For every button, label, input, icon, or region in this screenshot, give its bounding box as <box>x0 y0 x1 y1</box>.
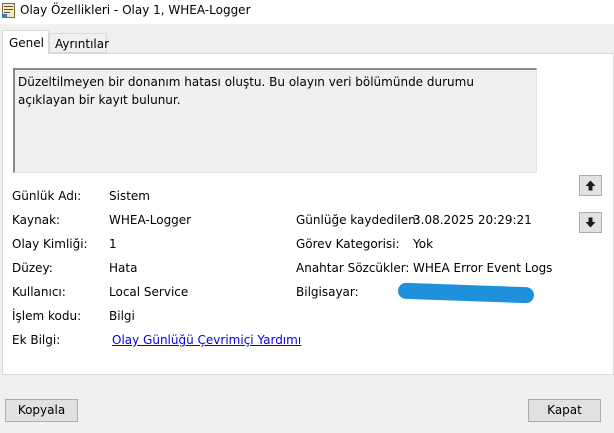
arrow-down-icon <box>585 217 596 228</box>
computer-label: Bilgisayar: <box>296 285 359 299</box>
level-value: Hata <box>109 261 138 275</box>
source-value: WHEA-Logger <box>109 213 192 227</box>
keywords-value: WHEA Error Event Logs <box>413 261 553 275</box>
logged-label: Günlüğe kaydedilen: <box>296 213 420 227</box>
log-name-value: Sistem <box>109 189 150 203</box>
task-category-value: Yok <box>413 237 434 251</box>
title-bar: Olay Özellikleri - Olay 1, WHEA-Logger <box>0 0 614 24</box>
logged-value: 3.08.2025 20:29:21 <box>413 213 532 227</box>
event-id-label: Olay Kimliği: <box>12 237 88 251</box>
opcode-value: Bilgi <box>109 309 135 323</box>
user-label: Kullanıcı: <box>12 285 66 299</box>
previous-event-button[interactable] <box>579 175 602 196</box>
close-button[interactable]: Kapat <box>528 399 601 422</box>
level-label: Düzey: <box>12 261 53 275</box>
window-title: Olay Özellikleri - Olay 1, WHEA-Logger <box>20 3 251 17</box>
more-info-label: Ek Bilgi: <box>12 333 61 347</box>
tab-general[interactable]: Genel <box>2 30 49 54</box>
user-value: Local Service <box>109 285 189 299</box>
keywords-label: Anahtar Sözcükler: <box>296 261 410 275</box>
event-id-value: 1 <box>109 237 117 251</box>
opcode-label: İşlem kodu: <box>12 309 82 323</box>
log-name-label: Günlük Adı: <box>12 189 82 203</box>
copy-button[interactable]: Kopyala <box>5 399 78 422</box>
event-description[interactable]: Düzeltilmeyen bir donanım hatası oluştu.… <box>13 68 537 173</box>
source-label: Kaynak: <box>12 213 61 227</box>
arrow-up-icon <box>585 180 596 191</box>
event-log-online-help-link[interactable]: Olay Günlüğü Çevrimiçi Yardımı <box>112 333 301 347</box>
task-category-label: Görev Kategorisi: <box>296 237 400 251</box>
tab-details[interactable]: Ayrıntılar <box>49 33 109 53</box>
event-properties-icon <box>2 3 15 18</box>
next-event-button[interactable] <box>579 212 602 233</box>
